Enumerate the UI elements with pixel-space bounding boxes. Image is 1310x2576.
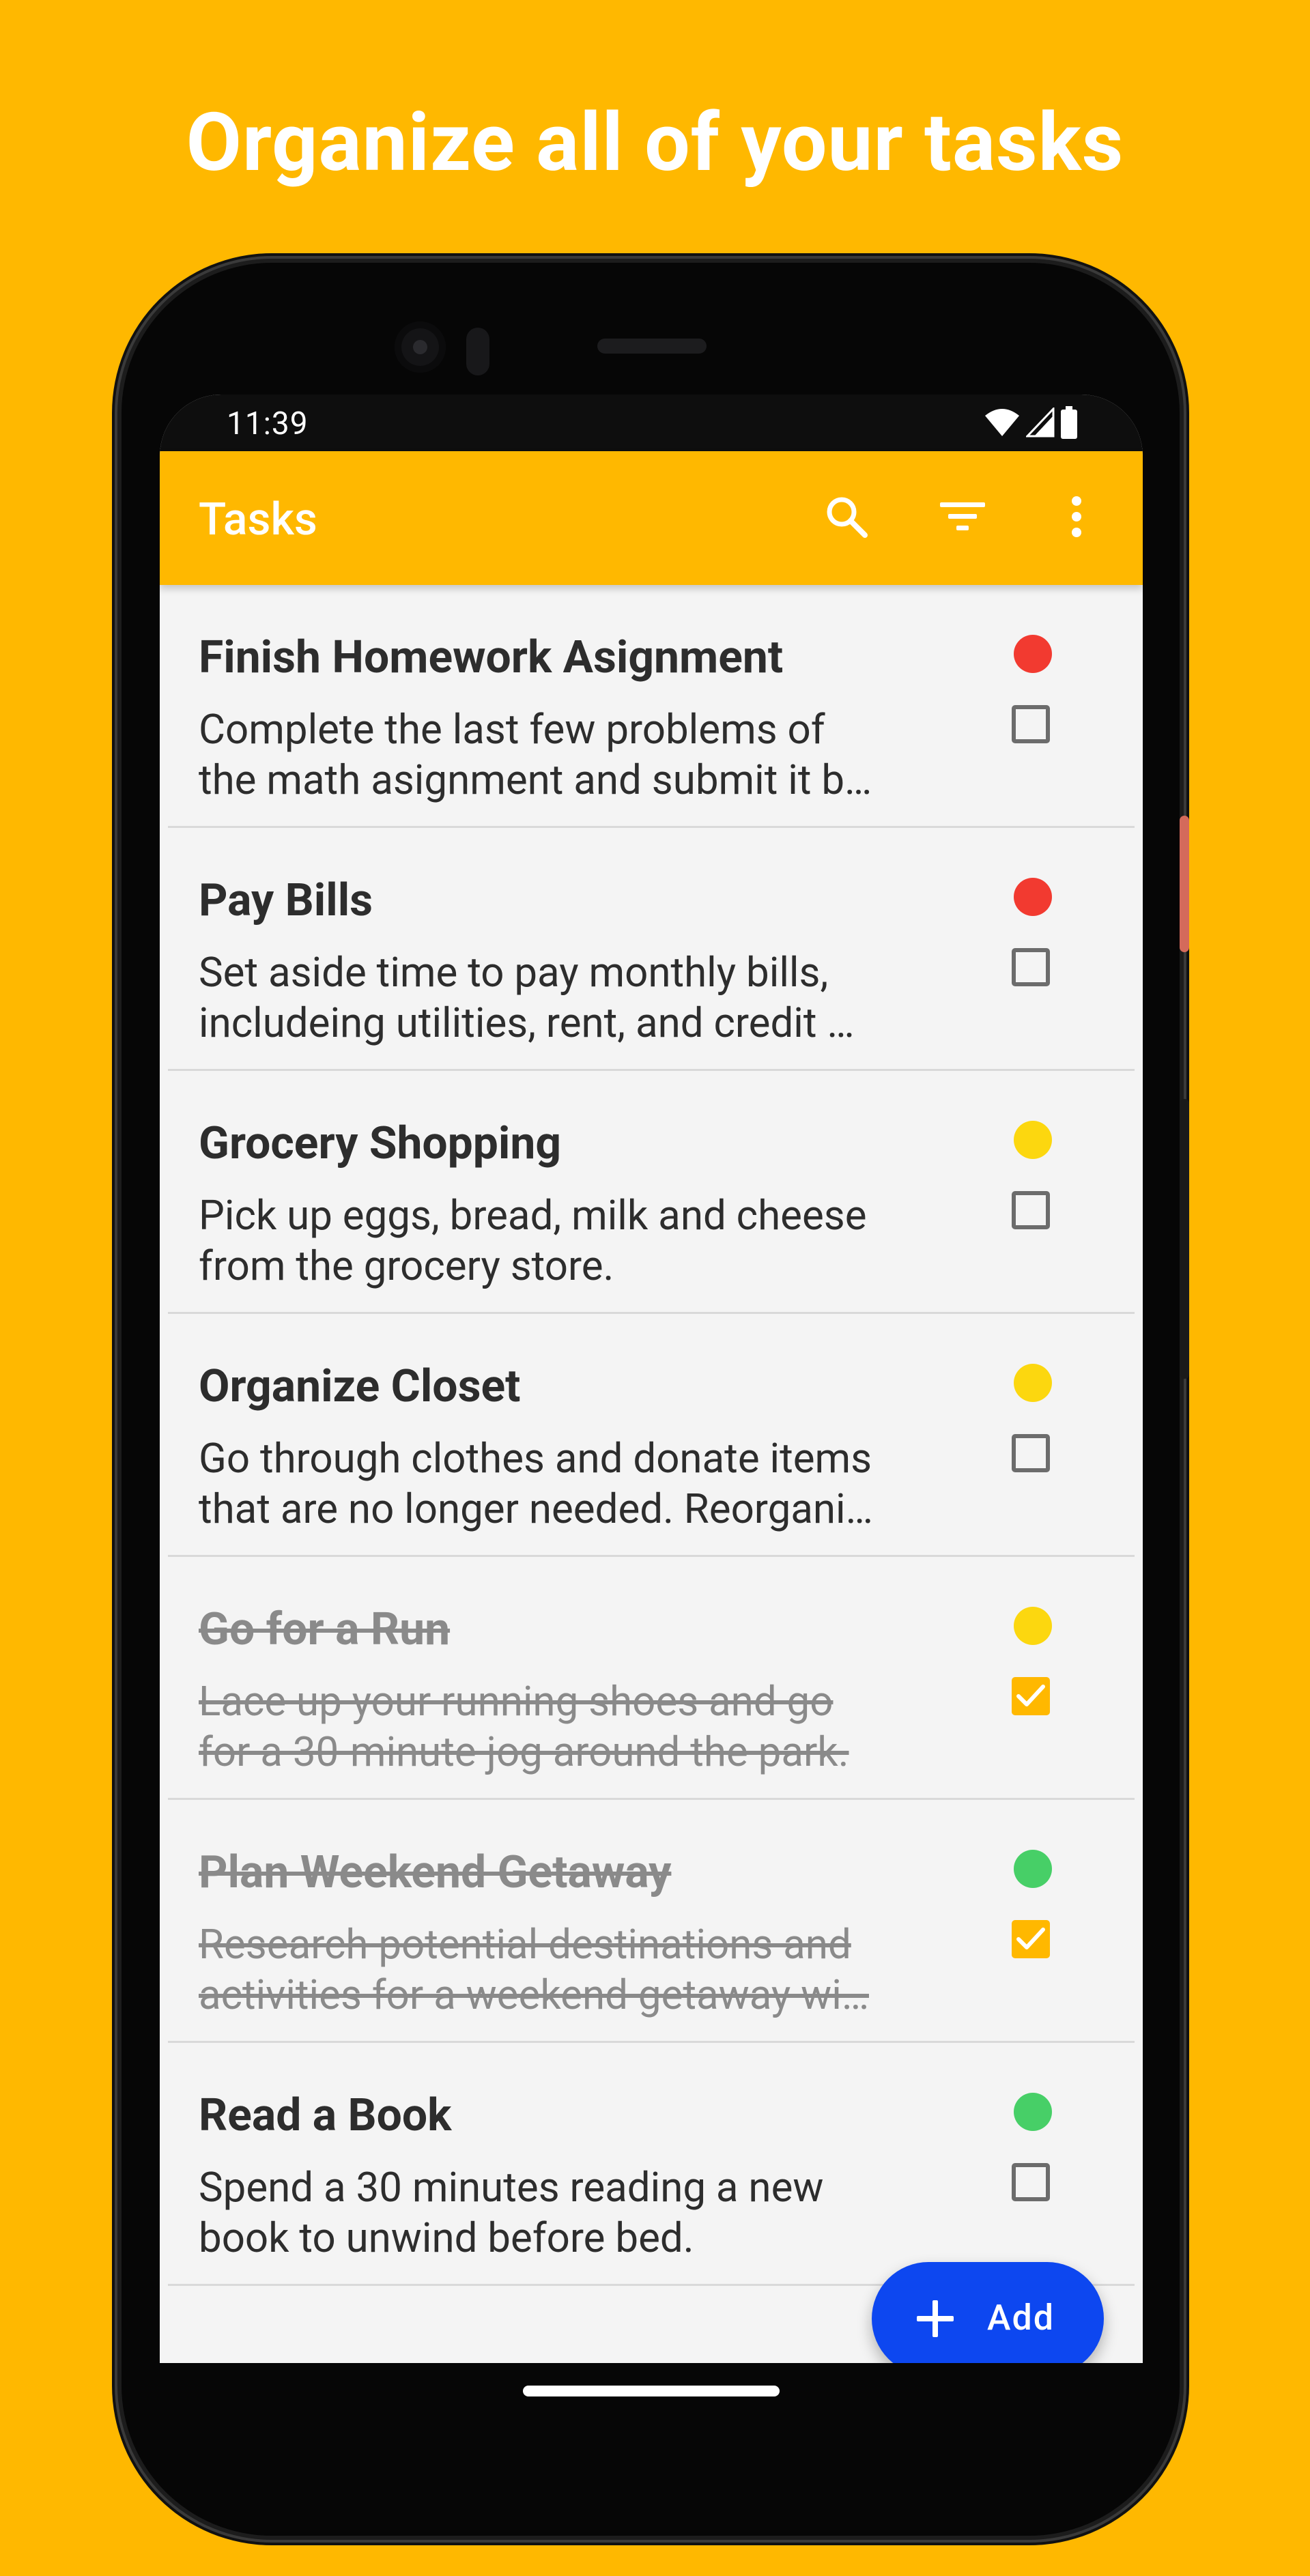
home-gesture-handle[interactable] bbox=[523, 2386, 780, 2396]
task-row[interactable]: Finish Homework Asignment Complete the la… bbox=[168, 585, 1135, 828]
task-description-line: from the grocery store. bbox=[199, 1242, 614, 1290]
task-description: Complete the last few problems of the mat… bbox=[199, 704, 922, 805]
task-row[interactable]: Grocery Shopping Pick up eggs, bread, mil… bbox=[168, 1071, 1135, 1314]
task-title: Grocery Shopping bbox=[199, 1117, 562, 1170]
add-button-label: Add bbox=[987, 2297, 1055, 2338]
headline: Organize all of your tasks bbox=[186, 96, 1124, 190]
priority-high-indicator bbox=[1014, 878, 1052, 916]
status-time: 11:39 bbox=[227, 405, 309, 442]
priority-low-indicator bbox=[1014, 2093, 1052, 2131]
task-description: Pick up eggs, bread, milk and cheese from… bbox=[199, 1190, 922, 1291]
task-title: Plan Weekend Getaway bbox=[199, 1846, 672, 1899]
front-camera bbox=[395, 321, 446, 373]
phone-power-button bbox=[1180, 1099, 1189, 1379]
add-task-button[interactable]: Add bbox=[872, 2262, 1104, 2375]
more-vert-icon bbox=[1070, 495, 1083, 541]
task-description-line: book to unwind before bed. bbox=[199, 2214, 694, 2262]
task-row[interactable]: Go for a Run Lace up your running shoes a… bbox=[168, 1557, 1135, 1800]
task-row[interactable]: Plan Weekend Getaway Research potential d… bbox=[168, 1800, 1135, 2043]
task-description-line: Pick up eggs, bread, milk and cheese bbox=[199, 1191, 867, 1240]
task-description-line: for a 30-minute jog around the park. bbox=[199, 1728, 849, 1776]
checkmark-icon bbox=[1016, 1685, 1045, 1706]
priority-high-indicator bbox=[1014, 635, 1052, 673]
task-row[interactable]: Pay Bills Set aside time to pay monthly b… bbox=[168, 828, 1135, 1071]
device-screen: 11:39 Tasks Finish Homework Asignment Co… bbox=[160, 395, 1143, 2462]
task-description: Research potential destinations and activ… bbox=[199, 1919, 922, 2020]
priority-medium-indicator bbox=[1014, 1364, 1052, 1402]
task-title: Pay Bills bbox=[199, 874, 373, 927]
app-bar: Tasks bbox=[160, 451, 1143, 585]
filter-icon bbox=[939, 500, 986, 536]
task-complete-checkbox[interactable] bbox=[1012, 1434, 1050, 1472]
task-description: Spend a 30 minutes reading a new book to … bbox=[199, 2162, 922, 2263]
task-description-line: Lace up your running shoes and go bbox=[199, 1677, 834, 1726]
task-description-line: Research potential destinations and bbox=[199, 1920, 851, 1969]
task-description: Set aside time to pay monthly bills, incl… bbox=[199, 947, 922, 1048]
status-bar: 11:39 bbox=[160, 395, 1143, 451]
task-title: Organize Closet bbox=[199, 1360, 521, 1413]
phone-volume-button bbox=[1180, 816, 1189, 952]
search-button[interactable] bbox=[812, 484, 881, 552]
task-description-line: Set aside time to pay monthly bills, bbox=[199, 948, 829, 997]
wifi-icon bbox=[984, 407, 1021, 440]
cellular-signal-icon bbox=[1025, 406, 1055, 440]
task-complete-checkbox[interactable] bbox=[1012, 948, 1050, 986]
task-complete-checkbox[interactable] bbox=[1012, 705, 1050, 743]
task-description-line: Complete the last few problems of bbox=[199, 705, 825, 754]
status-icons bbox=[984, 406, 1078, 442]
task-description-line: that are no longer needed. Reorgani… bbox=[199, 1485, 873, 1533]
task-description-line: includeing utilities, rent, and credit … bbox=[199, 999, 855, 1047]
task-complete-checkbox[interactable] bbox=[1012, 1191, 1050, 1229]
search-icon bbox=[823, 493, 870, 543]
task-description-line: Go through clothes and donate items bbox=[199, 1434, 872, 1483]
task-description: Lace up your running shoes and go for a 3… bbox=[199, 1676, 922, 1777]
priority-medium-indicator bbox=[1014, 1121, 1052, 1159]
task-title: Finish Homework Asignment bbox=[199, 631, 784, 684]
task-row[interactable]: Organize Closet Go through clothes and do… bbox=[168, 1314, 1135, 1557]
proximity-sensor bbox=[466, 328, 489, 375]
task-description-line: activities for a weekend getaway wi… bbox=[199, 1971, 869, 2019]
app-title: Tasks bbox=[199, 493, 317, 546]
task-title: Go for a Run bbox=[199, 1603, 451, 1656]
task-complete-checkbox[interactable] bbox=[1012, 1920, 1050, 1958]
task-list: Finish Homework Asignment Complete the la… bbox=[160, 585, 1143, 2286]
priority-medium-indicator bbox=[1014, 1607, 1052, 1645]
navigation-bar bbox=[160, 2363, 1143, 2462]
task-description: Go through clothes and donate items that … bbox=[199, 1433, 922, 1534]
more-options-button[interactable] bbox=[1042, 484, 1111, 552]
task-complete-checkbox[interactable] bbox=[1012, 1677, 1050, 1715]
priority-low-indicator bbox=[1014, 1850, 1052, 1888]
earpiece-speaker bbox=[597, 339, 707, 354]
plus-icon bbox=[911, 2295, 959, 2345]
filter-button[interactable] bbox=[928, 484, 997, 552]
task-description-line: Spend a 30 minutes reading a new bbox=[199, 2163, 824, 2212]
task-complete-checkbox[interactable] bbox=[1012, 2163, 1050, 2201]
battery-icon bbox=[1060, 406, 1078, 442]
task-row[interactable]: Read a Book Spend a 30 minutes reading a … bbox=[168, 2043, 1135, 2286]
checkmark-icon bbox=[1016, 1928, 1045, 1949]
task-description-line: the math asignment and submit it b… bbox=[199, 756, 872, 804]
task-title: Read a Book bbox=[199, 2089, 452, 2142]
